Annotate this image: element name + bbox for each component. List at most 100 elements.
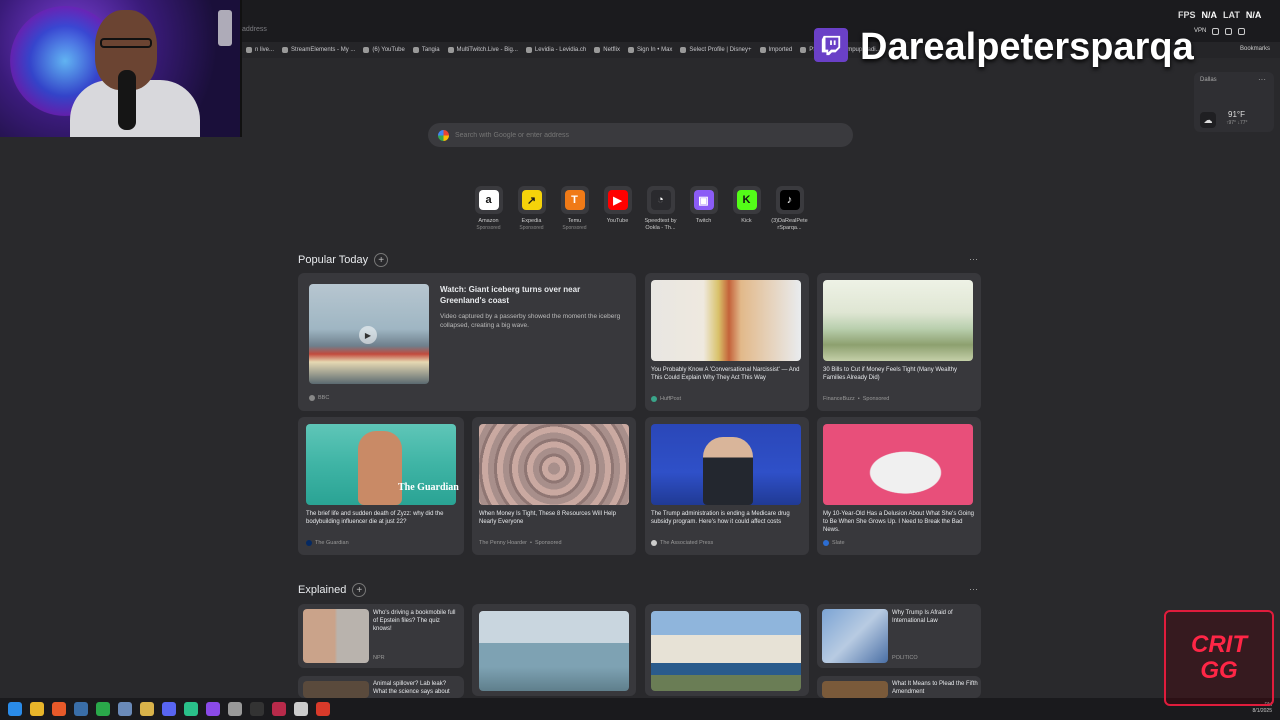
shortcut-amazon[interactable]: a Amazon Sponsored [470,186,507,231]
card-title[interactable]: Why Trump Is Afraid of International Law [892,610,978,626]
shortcut-tile[interactable]: ↗ [517,186,546,214]
card-image[interactable] [823,280,973,361]
address-bar[interactable]: address [242,26,267,33]
shortcut-kick[interactable]: K Kick [728,186,765,231]
all-bookmarks-button[interactable]: Bookmarks [1240,46,1270,52]
play-icon[interactable]: ▶ [359,326,377,344]
shortcut-tile[interactable]: ◔ [646,186,675,214]
news-card[interactable]: When Money Is Tight, These 8 Resources W… [472,417,636,555]
explained-card[interactable] [645,604,809,696]
steam-icon[interactable] [74,702,88,716]
section-more-icon[interactable]: ··· [969,584,978,594]
shortcut-icon: K [736,190,757,210]
shortcut-twitch[interactable]: ▣ Twitch [685,186,722,231]
news-card[interactable]: 30 Bills to Cut if Money Feels Tight (Ma… [817,273,981,411]
xbox-icon[interactable] [96,702,110,716]
shortcut-tile[interactable]: T [560,186,589,214]
settings-icon[interactable] [228,702,242,716]
shortcut-speedtest-by-ookla-th[interactable]: ◔ Speedtest by Ookla - Th... [642,186,679,231]
bookmark-item[interactable]: Sign In • Max [627,47,672,53]
shortcut-icon: ◔ [650,190,671,210]
bookmark-favicon-icon [412,47,419,53]
folder-icon[interactable] [140,702,154,716]
card-image[interactable] [303,681,369,698]
explained-card[interactable]: Who's driving a bookmobile full of Epste… [298,604,464,668]
shortcut-tile[interactable]: K [732,186,761,214]
explained-card[interactable]: Animal spillover? Lab leak? What the sci… [298,676,464,698]
card-image[interactable] [651,280,801,361]
explained-card[interactable] [472,604,636,696]
app-icon[interactable] [206,702,220,716]
card-title[interactable]: When Money Is Tight, These 8 Resources W… [479,511,631,527]
shortcut-icon: ▶ [607,190,628,210]
card-title[interactable]: You Probably Know A 'Conversational Narc… [651,367,803,383]
file-icon[interactable] [294,702,308,716]
shortcut-tile[interactable]: a [474,186,503,214]
follow-plus-icon[interactable]: + [352,583,367,597]
bookmark-item[interactable]: Levidia - Levidia.ch [525,47,586,53]
card-title[interactable]: The brief life and sudden death of Zyzz:… [306,511,458,527]
bookmark-item[interactable]: Select Profile | Disney+ [680,47,752,53]
bookmark-item[interactable]: Imported [759,47,792,53]
card-image[interactable] [822,681,888,698]
shortcut-tile[interactable]: ▶ [603,186,632,214]
shortcut-youtube[interactable]: ▶ YouTube [599,186,636,231]
shortcut-icon: T [564,190,585,210]
news-card[interactable]: The Guardian The brief life and sudden d… [298,417,464,555]
weather-widget[interactable]: Dallas ··· ☁ 91°F ↑97° ↓77° [1194,72,1274,132]
menu-icon[interactable] [1238,28,1245,35]
popular-today-header: Popular Today + [298,253,389,267]
bookmark-item[interactable]: StreamElements - My ... [282,47,355,53]
bookmark-favicon-icon [627,47,634,53]
news-card[interactable]: The Trump administration is ending a Med… [645,417,809,555]
app-icon[interactable] [118,702,132,716]
card-image[interactable] [651,611,801,691]
card-image[interactable] [479,424,629,505]
app-icon[interactable] [184,702,198,716]
card-title[interactable]: Who's driving a bookmobile full of Epste… [373,610,459,633]
hero-card[interactable]: ▶ Watch: Giant iceberg turns over near G… [298,273,636,411]
news-card[interactable]: My 10-Year-Old Has a Delusion About What… [817,417,981,555]
lat-label: LAT [1223,10,1240,20]
discord-icon[interactable] [162,702,176,716]
explained-card[interactable]: Why Trump Is Afraid of International Law… [817,604,981,668]
card-image[interactable] [303,609,369,663]
chrome-icon[interactable] [30,702,44,716]
shortcut-label: Amazon [478,218,499,224]
news-card[interactable]: You Probably Know A 'Conversational Narc… [645,273,809,411]
extensions-icon[interactable] [1225,28,1232,35]
card-title[interactable]: The Trump administration is ending a Med… [651,511,803,527]
shortcut-temu[interactable]: T Temu Sponsored [556,186,593,231]
shortcut--3-darealpete-rsparqa[interactable]: ♪ (3)DaRealPete rSparqa... [771,186,808,231]
obs-icon[interactable] [250,702,264,716]
bookmark-item[interactable]: n live... [246,47,274,53]
shortcut-tile[interactable]: ▣ [689,186,718,214]
follow-plus-icon[interactable]: + [374,253,389,267]
card-image[interactable] [822,609,888,663]
hero-title[interactable]: Watch: Giant iceberg turns over near Gre… [440,285,625,307]
section-more-icon[interactable]: ··· [969,254,978,264]
card-title[interactable]: 30 Bills to Cut if Money Feels Tight (Ma… [823,367,975,383]
explained-card[interactable]: What It Means to Plead the Fifth Amendme… [817,676,981,698]
card-title[interactable]: What It Means to Plead the Fifth Amendme… [892,681,978,697]
card-image[interactable] [823,424,973,505]
account-icon[interactable] [1212,28,1219,35]
firefox-icon[interactable] [52,702,66,716]
bookmark-item[interactable]: Tangia [412,47,440,53]
bookmark-item[interactable]: MultiTwitch.Live - Big... [447,47,518,53]
card-title[interactable]: Animal spillover? Lab leak? What the sci… [373,681,459,697]
weather-more-icon[interactable]: ··· [1258,75,1266,84]
bookmark-item[interactable]: Netflix [594,47,620,53]
vpn-indicator[interactable]: VPN [1194,28,1206,34]
card-title[interactable]: My 10-Year-Old Has a Delusion About What… [823,511,975,534]
search-input[interactable] [455,131,835,139]
card-image[interactable] [479,611,629,691]
app-icon[interactable] [316,702,330,716]
app-icon[interactable] [272,702,286,716]
search-box[interactable] [428,123,853,147]
start-icon[interactable] [8,702,22,716]
bookmark-item[interactable]: (6) YouTube [363,47,405,53]
shortcut-label: (3)DaRealPete rSparqa... [771,218,808,231]
shortcut-tile[interactable]: ♪ [775,186,804,214]
shortcut-expedia[interactable]: ↗ Expedia Sponsored [513,186,550,231]
